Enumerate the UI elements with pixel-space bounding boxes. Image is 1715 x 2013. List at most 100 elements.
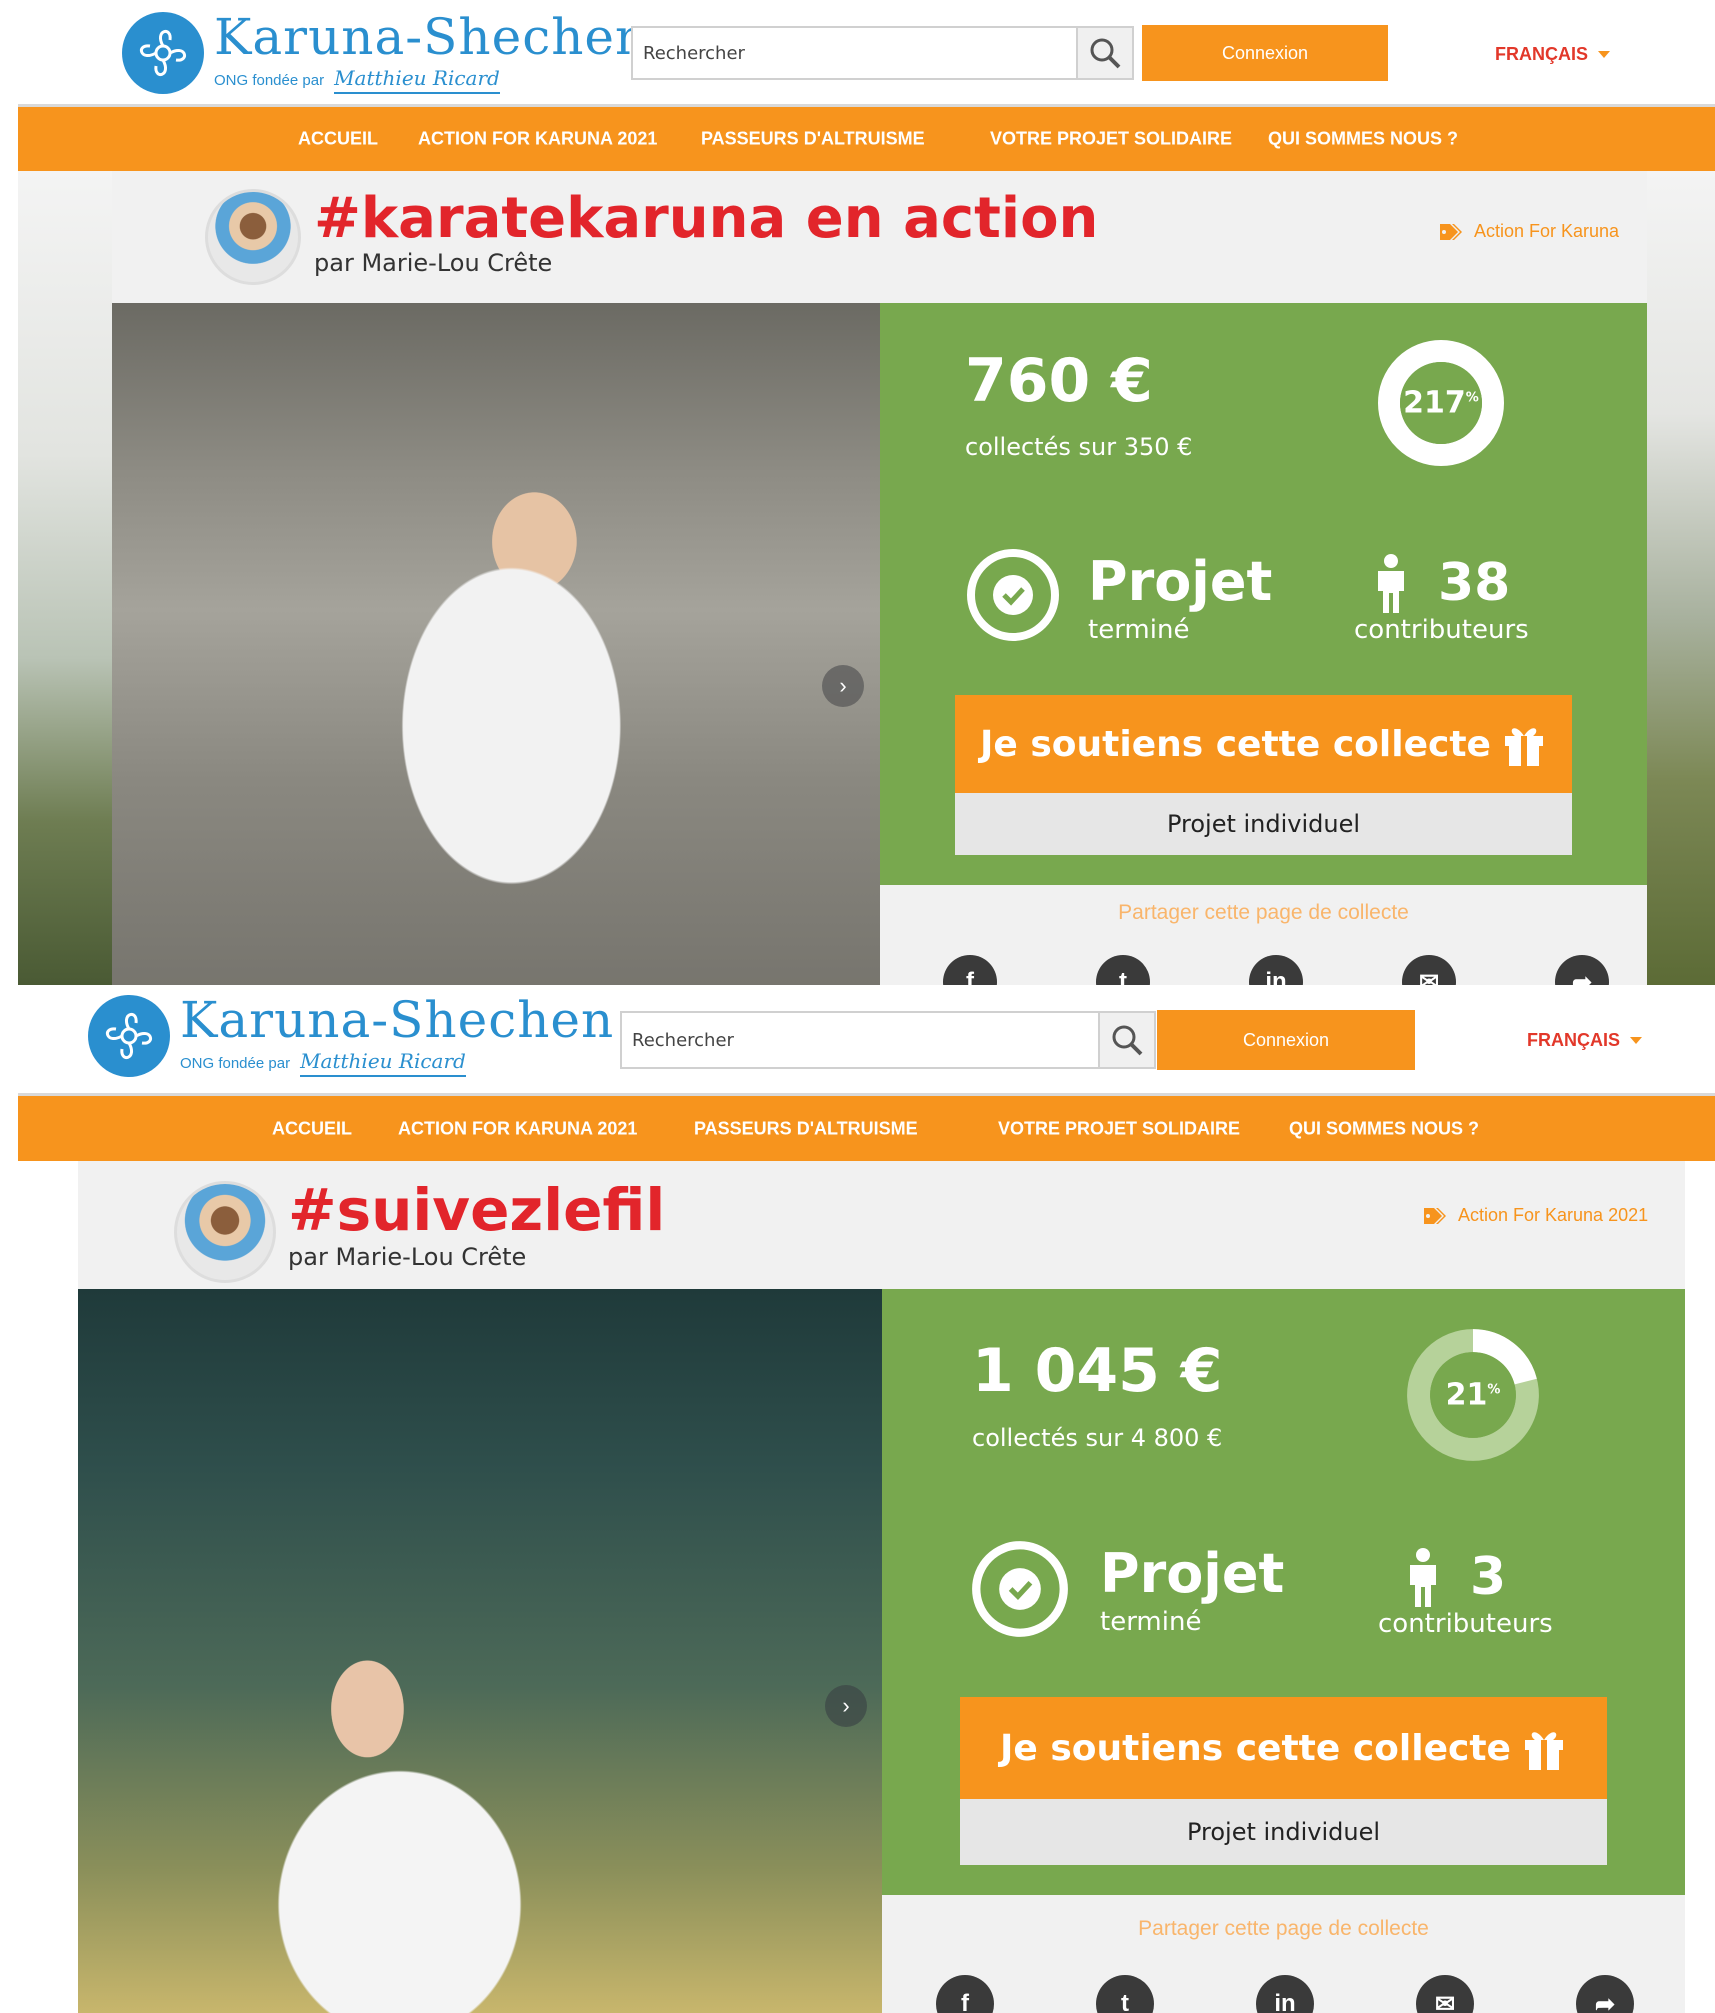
status-subtitle: terminé (1100, 1607, 1202, 1637)
brand-subtitle: ONG fondée par (214, 71, 325, 89)
author-avatar[interactable] (205, 189, 301, 285)
support-button-label: Je soutiens cette collecte (1000, 1727, 1511, 1769)
project-type-label: Projet individuel (955, 793, 1572, 855)
share-section: Partager cette page de collecte f t in ✉… (880, 885, 1647, 985)
facebook-icon[interactable]: f (936, 1975, 994, 2013)
site-logo[interactable]: Karuna-Shechen ONG fondée par Matthieu Ri… (122, 12, 648, 94)
linkedin-icon[interactable]: in (1256, 1975, 1314, 2013)
contributors-count: 38 (1372, 553, 1510, 613)
gift-icon (1504, 728, 1543, 766)
nav-item-passeurs[interactable]: PASSEURS D'ALTRUISME (701, 129, 925, 150)
share-section: Partager cette page de collecte f t in ✉… (882, 1895, 1685, 2013)
campaign-card: #karatekaruna en action par Marie-Lou Cr… (112, 171, 1647, 985)
share-icon[interactable]: ➦ (1555, 955, 1609, 985)
share-label: Partager cette page de collecte (1118, 901, 1409, 924)
site-header: Karuna-Shechen ONG fondée par Matthieu Ri… (0, 985, 1715, 1095)
search-input[interactable] (633, 28, 1076, 78)
campaign-stats-panel: 1 045 € collectés sur 4 800 € 21% Projet… (882, 1289, 1685, 1895)
campaign-author[interactable]: par Marie-Lou Crête (314, 249, 552, 277)
language-selector[interactable]: FRANÇAIS (1495, 44, 1610, 65)
contributors-count: 3 (1404, 1547, 1506, 1607)
check-circle-icon (972, 1541, 1068, 1637)
language-label: FRANÇAIS (1495, 44, 1588, 64)
campaign-title: #karatekaruna en action (314, 186, 1099, 251)
main-nav: ACCUEIL ACTION FOR KARUNA 2021 PASSEURS … (18, 1096, 1715, 1161)
main-nav: ACCUEIL ACTION FOR KARUNA 2021 PASSEURS … (18, 107, 1715, 171)
founder-signature: Matthieu Ricard (334, 66, 500, 94)
search-icon (1090, 38, 1121, 69)
nav-item-accueil[interactable]: ACCUEIL (272, 1118, 352, 1139)
support-campaign-button[interactable]: Je soutiens cette collecte (960, 1697, 1607, 1799)
share-label: Partager cette page de collecte (1138, 1917, 1429, 1940)
contributors-label: contributeurs (1354, 615, 1529, 645)
person-icon (1378, 554, 1404, 613)
screenshot-1: Karuna-Shechen ONG fondée par Matthieu Ri… (0, 0, 1715, 985)
brand-name: Karuna-Shechen (214, 8, 649, 66)
share-icon[interactable]: ➦ (1576, 1975, 1634, 2013)
nav-item-action-for-karuna[interactable]: ACTION FOR KARUNA 2021 (398, 1118, 637, 1139)
campaign-title: #suivezlefil (288, 1176, 666, 1244)
carousel-next-button[interactable]: › (825, 1685, 867, 1727)
amount-raised: 1 045 € (972, 1336, 1223, 1406)
campaign-author[interactable]: par Marie-Lou Crête (288, 1243, 526, 1271)
nav-item-qui-sommes-nous[interactable]: QUI SOMMES NOUS ? (1289, 1118, 1479, 1139)
nav-item-action-for-karuna[interactable]: ACTION FOR KARUNA 2021 (418, 129, 657, 150)
amount-raised: 760 € (965, 346, 1153, 416)
campaign-tag[interactable]: Action For Karuna 2021 (1424, 1205, 1648, 1226)
search-input[interactable] (622, 1013, 1098, 1067)
support-campaign-button[interactable]: Je soutiens cette collecte (955, 695, 1572, 793)
site-logo[interactable]: Karuna-Shechen ONG fondée par Matthieu Ri… (88, 995, 614, 1077)
search-button[interactable] (1098, 1013, 1154, 1067)
gift-icon (1524, 1732, 1563, 1770)
tag-icon (1424, 1207, 1446, 1224)
twitter-icon[interactable]: t (1096, 955, 1150, 985)
nav-item-projet-solidaire[interactable]: VOTRE PROJET SOLIDAIRE (998, 1118, 1240, 1139)
email-icon[interactable]: ✉ (1402, 955, 1456, 985)
facebook-icon[interactable]: f (943, 955, 997, 985)
amount-goal: collectés sur 4 800 € (972, 1424, 1223, 1452)
language-selector[interactable]: FRANÇAIS (1527, 1030, 1642, 1051)
brand-subtitle: ONG fondée par (180, 1054, 291, 1072)
nav-item-qui-sommes-nous[interactable]: QUI SOMMES NOUS ? (1268, 129, 1458, 150)
progress-donut: 21% (1405, 1327, 1541, 1463)
founder-signature: Matthieu Ricard (300, 1049, 466, 1077)
login-button[interactable]: Connexion (1157, 1010, 1415, 1070)
amount-goal: collectés sur 350 € (965, 433, 1193, 461)
progress-donut: 217% (1376, 338, 1506, 468)
campaign-tag-label: Action For Karuna (1474, 221, 1620, 241)
brand-name: Karuna-Shechen (180, 991, 615, 1049)
campaign-photo: › (78, 1289, 882, 2013)
chevron-down-icon (1630, 1037, 1642, 1044)
status-subtitle: terminé (1088, 615, 1190, 645)
campaign-tag-label: Action For Karuna 2021 (1458, 1205, 1649, 1225)
search-button[interactable] (1076, 28, 1132, 78)
screenshot-2: Karuna-Shechen ONG fondée par Matthieu Ri… (0, 985, 1715, 2013)
progress-percent: 21% (1445, 1377, 1501, 1413)
search-bar (631, 26, 1134, 80)
author-avatar[interactable] (174, 1181, 276, 1283)
campaign-photo: › (112, 303, 880, 985)
progress-percent: 217% (1403, 385, 1479, 421)
twitter-icon[interactable]: t (1096, 1975, 1154, 2013)
flower-logo-icon (88, 995, 170, 1077)
nav-item-passeurs[interactable]: PASSEURS D'ALTRUISME (694, 1118, 918, 1139)
login-button[interactable]: Connexion (1142, 25, 1388, 81)
email-icon[interactable]: ✉ (1416, 1975, 1474, 2013)
support-button-label: Je soutiens cette collecte (980, 723, 1491, 765)
project-type-label: Projet individuel (960, 1799, 1607, 1865)
tag-icon (1440, 223, 1462, 240)
search-icon (1112, 1025, 1143, 1056)
check-circle-icon (967, 549, 1059, 641)
chevron-down-icon (1598, 51, 1610, 58)
linkedin-icon[interactable]: in (1249, 955, 1303, 985)
carousel-next-button[interactable]: › (822, 665, 864, 707)
flower-logo-icon (122, 12, 204, 94)
status-title: Projet (1088, 550, 1273, 613)
language-label: FRANÇAIS (1527, 1030, 1620, 1050)
nav-item-projet-solidaire[interactable]: VOTRE PROJET SOLIDAIRE (990, 129, 1232, 150)
contributors-label: contributeurs (1378, 1609, 1553, 1639)
nav-item-accueil[interactable]: ACCUEIL (298, 129, 378, 150)
campaign-tag[interactable]: Action For Karuna (1440, 221, 1619, 242)
campaign-stats-panel: 760 € collectés sur 350 € 217% Projet te… (880, 303, 1647, 885)
site-header: Karuna-Shechen ONG fondée par Matthieu Ri… (0, 0, 1715, 104)
